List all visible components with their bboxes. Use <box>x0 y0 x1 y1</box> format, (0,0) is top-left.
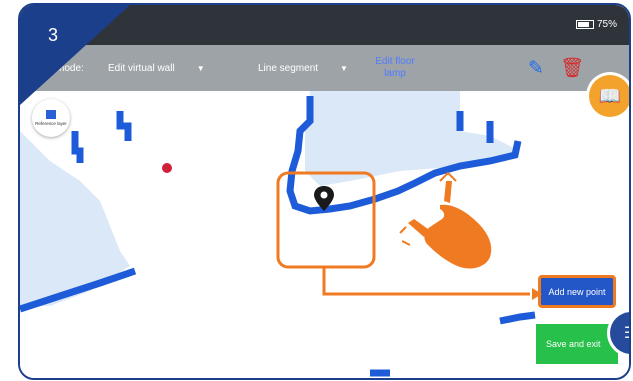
tutorial-overlay <box>276 171 542 300</box>
book-icon[interactable]: 📖 <box>589 75 629 117</box>
tutorial-frame: ap 75% mode: Edit virtual wall ▼ Line se… <box>18 3 631 380</box>
location-pin-icon <box>314 186 334 211</box>
pinch-hand-icon <box>399 171 492 269</box>
step-number: 3 <box>48 25 59 45</box>
guide-arrow <box>322 267 530 296</box>
guide-arrow-head <box>532 288 542 300</box>
